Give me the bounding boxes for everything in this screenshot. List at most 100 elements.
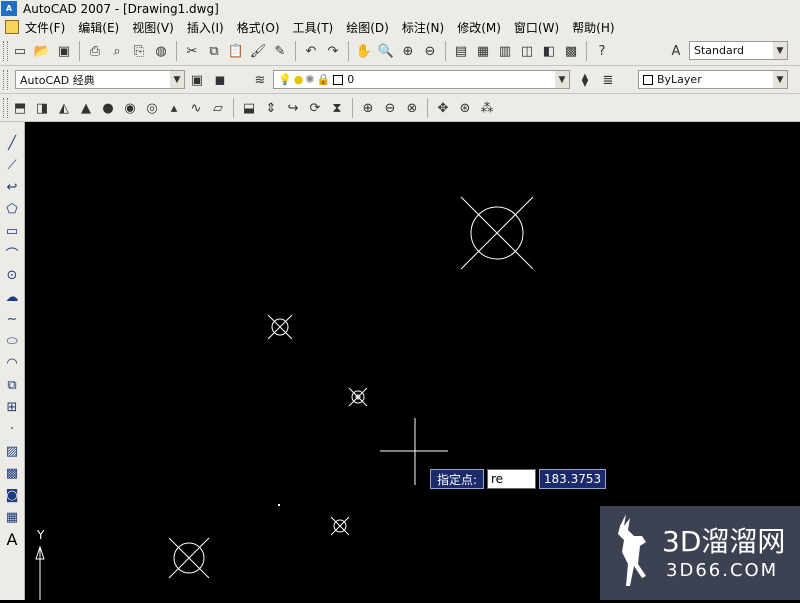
tool-palettes-icon[interactable]: ▥ bbox=[495, 41, 515, 61]
intersect-icon[interactable]: ⊗ bbox=[402, 98, 422, 118]
match-properties-icon[interactable]: 🖌 bbox=[248, 41, 268, 61]
design-center-icon[interactable]: ▦ bbox=[473, 41, 493, 61]
sphere-icon[interactable]: ● bbox=[98, 98, 118, 118]
toolbar-grip[interactable] bbox=[3, 98, 8, 118]
chevron-down-icon[interactable]: ▼ bbox=[773, 71, 787, 88]
line-icon[interactable]: ╱ bbox=[3, 134, 21, 152]
cone-icon[interactable]: ▲ bbox=[76, 98, 96, 118]
box-icon[interactable]: ◨ bbox=[32, 98, 52, 118]
redo-icon[interactable]: ↷ bbox=[323, 41, 343, 61]
open-folder-icon[interactable]: 📂 bbox=[32, 41, 52, 61]
cut-icon[interactable]: ✂ bbox=[182, 41, 202, 61]
zoom-previous-icon[interactable]: ⊖ bbox=[420, 41, 440, 61]
rectangle-icon[interactable]: ▭ bbox=[3, 222, 21, 240]
menu-modify[interactable]: 修改(M) bbox=[457, 19, 501, 36]
document-icon[interactable] bbox=[5, 20, 19, 34]
menu-draw[interactable]: 绘图(D) bbox=[346, 19, 389, 36]
text-style-select[interactable]: Standard ▼ bbox=[689, 41, 788, 60]
presspull-icon[interactable]: ⇕ bbox=[261, 98, 281, 118]
circle-icon[interactable]: ⊙ bbox=[3, 266, 21, 284]
subtract-icon[interactable]: ⊖ bbox=[380, 98, 400, 118]
chevron-down-icon[interactable]: ▼ bbox=[555, 71, 569, 88]
ellipse-arc-icon[interactable]: ◠ bbox=[3, 354, 21, 372]
construction-line-icon[interactable]: ⟋ bbox=[3, 156, 21, 174]
freeze-viewport-icon[interactable]: ✺ bbox=[305, 73, 314, 86]
block-editor-icon[interactable]: ✎ bbox=[270, 41, 290, 61]
planar-surface-icon[interactable]: ▱ bbox=[208, 98, 228, 118]
text-style-icon[interactable]: A bbox=[666, 41, 686, 61]
ellipse-icon[interactable]: ⬭ bbox=[3, 332, 21, 350]
make-object-layer-current-icon[interactable]: ⧫ bbox=[575, 70, 595, 90]
menu-insert[interactable]: 插入(I) bbox=[187, 19, 224, 36]
menu-dimension[interactable]: 标注(N) bbox=[402, 19, 444, 36]
layer-previous-icon[interactable]: ≣ bbox=[598, 70, 618, 90]
toolbar-grip[interactable] bbox=[3, 41, 8, 61]
layer-select[interactable]: 💡 ● ✺ 🔒 0 ▼ bbox=[273, 70, 570, 89]
chevron-down-icon[interactable]: ▼ bbox=[773, 42, 787, 59]
menu-tools[interactable]: 工具(T) bbox=[293, 19, 334, 36]
markup-icon[interactable]: ◧ bbox=[539, 41, 559, 61]
new-file-icon[interactable]: ▭ bbox=[10, 41, 30, 61]
undo-icon[interactable]: ↶ bbox=[301, 41, 321, 61]
menu-format[interactable]: 格式(O) bbox=[237, 19, 280, 36]
sun-icon[interactable]: ● bbox=[294, 73, 304, 86]
table-icon[interactable]: ▦ bbox=[3, 508, 21, 526]
publish-web-icon[interactable]: ◍ bbox=[151, 41, 171, 61]
union-icon[interactable]: ⊕ bbox=[358, 98, 378, 118]
copy-icon[interactable]: ⧉ bbox=[204, 41, 224, 61]
my-workspace-icon[interactable]: ◼ bbox=[210, 70, 230, 90]
multiline-text-icon[interactable]: A bbox=[3, 530, 21, 549]
polygon-icon[interactable]: ⬠ bbox=[3, 200, 21, 218]
torus-icon[interactable]: ◎ bbox=[142, 98, 162, 118]
plot-preview-icon[interactable]: ⌕ bbox=[107, 41, 127, 61]
extrude-icon[interactable]: ⬓ bbox=[239, 98, 259, 118]
region-icon[interactable]: ◙ bbox=[3, 486, 21, 504]
revision-cloud-icon[interactable]: ☁ bbox=[3, 288, 21, 306]
color-select[interactable]: ByLayer ▼ bbox=[638, 70, 788, 89]
sheet-set-icon[interactable]: ◫ bbox=[517, 41, 537, 61]
plot-icon[interactable]: ⎙ bbox=[85, 41, 105, 61]
save-icon[interactable]: ▣ bbox=[54, 41, 74, 61]
chevron-down-icon[interactable]: ▼ bbox=[170, 71, 184, 88]
loft-icon[interactable]: ⧗ bbox=[327, 98, 347, 118]
publish-icon[interactable]: ⎘ bbox=[129, 41, 149, 61]
dynamic-input-field[interactable]: re bbox=[487, 469, 536, 489]
3d-rotate-icon[interactable]: ⊛ bbox=[455, 98, 475, 118]
revolve-icon[interactable]: ⟳ bbox=[305, 98, 325, 118]
make-block-icon[interactable]: ⊞ bbox=[3, 398, 21, 416]
menu-help[interactable]: 帮助(H) bbox=[572, 19, 614, 36]
pan-icon[interactable]: ✋ bbox=[354, 41, 374, 61]
hatch-icon[interactable]: ▨ bbox=[3, 442, 21, 460]
insert-block-icon[interactable]: ⧉ bbox=[3, 376, 21, 394]
paste-icon[interactable]: 📋 bbox=[226, 41, 246, 61]
polyline-icon[interactable]: ↩ bbox=[3, 178, 21, 196]
menu-view[interactable]: 视图(V) bbox=[132, 19, 174, 36]
pyramid-icon[interactable]: ▴ bbox=[164, 98, 184, 118]
help-icon[interactable]: ? bbox=[592, 41, 612, 61]
layer-manager-icon[interactable]: ≋ bbox=[250, 70, 270, 90]
polysolid-icon[interactable]: ⬒ bbox=[10, 98, 30, 118]
workspace-select[interactable]: AutoCAD 经典 ▼ bbox=[15, 70, 185, 89]
properties-icon[interactable]: ▤ bbox=[451, 41, 471, 61]
wedge-icon[interactable]: ◭ bbox=[54, 98, 74, 118]
menu-window[interactable]: 窗口(W) bbox=[514, 19, 559, 36]
zoom-window-icon[interactable]: ⊕ bbox=[398, 41, 418, 61]
menu-edit[interactable]: 编辑(E) bbox=[78, 19, 119, 36]
helix-icon[interactable]: ∿ bbox=[186, 98, 206, 118]
3d-align-icon[interactable]: ⁂ bbox=[477, 98, 497, 118]
sweep-icon[interactable]: ↪ bbox=[283, 98, 303, 118]
point-icon[interactable]: · bbox=[3, 420, 21, 438]
calculator-icon[interactable]: ▩ bbox=[561, 41, 581, 61]
toolbar-grip[interactable] bbox=[3, 70, 8, 90]
workspace-settings-icon[interactable]: ▣ bbox=[187, 70, 207, 90]
3d-move-icon[interactable]: ✥ bbox=[433, 98, 453, 118]
gradient-icon[interactable]: ▩ bbox=[3, 464, 21, 482]
arc-icon[interactable]: ⌒ bbox=[3, 244, 21, 263]
menu-file[interactable]: 文件(F) bbox=[25, 19, 65, 36]
zoom-realtime-icon[interactable]: 🔍 bbox=[376, 41, 396, 61]
autocad-app-icon[interactable]: A bbox=[1, 1, 17, 16]
lock-icon[interactable]: 🔒 bbox=[317, 73, 331, 86]
spline-icon[interactable]: ∼ bbox=[3, 310, 21, 328]
light-bulb-icon[interactable]: 💡 bbox=[278, 73, 292, 86]
cylinder-icon[interactable]: ◉ bbox=[120, 98, 140, 118]
